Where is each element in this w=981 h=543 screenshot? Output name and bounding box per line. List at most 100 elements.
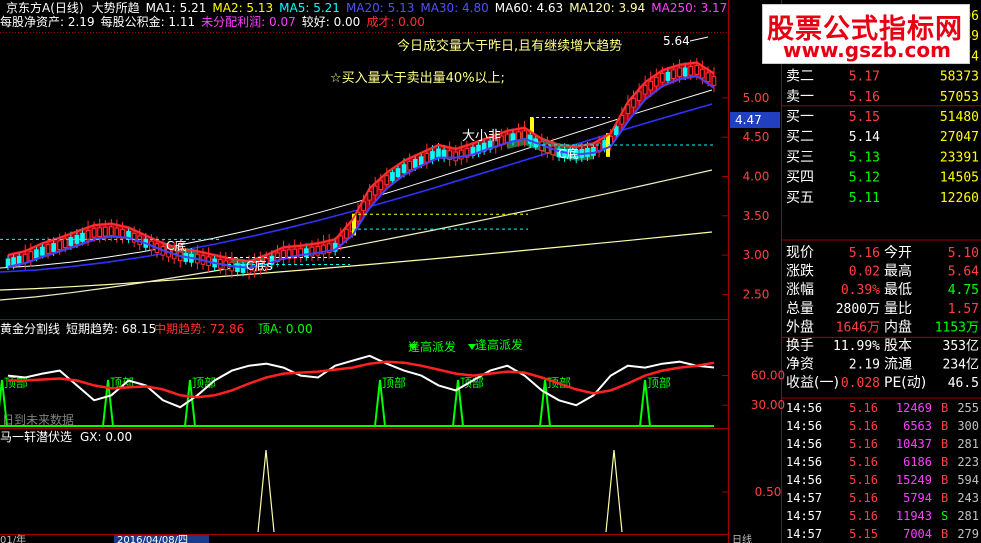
order-book-price: 5.16	[849, 90, 880, 105]
watermark-url: www.gszb.com	[783, 38, 951, 62]
order-book-volume: 23391	[940, 150, 979, 165]
short-trend-label: 短期趋势: 68.15	[66, 322, 156, 336]
tick-count: 255	[957, 401, 979, 415]
order-book-label: 买二	[786, 129, 814, 145]
mid-tick-label: 60.00	[751, 369, 785, 383]
candle-body	[45, 244, 51, 254]
stat-value: 1.57	[948, 302, 979, 317]
tick-volume: 11943	[896, 509, 932, 523]
stat-value: 5.16	[849, 246, 880, 261]
candle-body	[660, 73, 665, 83]
tick-price: 5.15	[849, 527, 878, 541]
candle-body	[395, 168, 401, 177]
stat-value: 0.39%	[841, 283, 880, 298]
candle-body	[700, 68, 705, 79]
tick-volume: 5794	[903, 491, 932, 505]
tick-count: 223	[957, 455, 979, 469]
order-book-label: 买一	[786, 109, 814, 125]
candle-body	[671, 69, 676, 79]
candle-body	[114, 227, 120, 238]
stat-label: 股本	[884, 338, 912, 354]
candle-body	[367, 190, 372, 201]
stat-value: 1646万	[836, 320, 880, 335]
header-item: MA5: 5.21	[279, 1, 340, 15]
candle-body	[424, 152, 430, 163]
candle-body	[694, 65, 700, 75]
tick-count: 281	[957, 509, 979, 523]
candle-body	[57, 240, 62, 251]
order-book-volume: 14505	[940, 171, 979, 186]
mid-trend-label: 中期趋势: 72.86	[154, 321, 244, 336]
tick-count: 279	[957, 527, 979, 541]
candle-body	[705, 72, 711, 83]
stock-chart-screen: 京东方A(日线) 大势所趋 MA1: 5.21 MA2: 5.13 MA5: 5.21 M…	[0, 0, 981, 543]
stat-label: 现价	[786, 245, 814, 261]
top-a-label: 顶A: 0.00	[258, 322, 313, 336]
tick-side: B	[941, 527, 948, 541]
candle-body	[28, 251, 34, 261]
stat-value: 2.19	[849, 358, 880, 373]
order-book-label: 卖一	[786, 89, 814, 105]
price-tick-label: 3.50	[743, 209, 770, 223]
stat-label: 收益(一)	[786, 375, 839, 391]
candle-body	[390, 172, 395, 181]
top-signal-label: 顶部	[382, 375, 406, 390]
stat-value: 353亿	[943, 339, 979, 354]
tick-time: 14:57	[786, 527, 822, 541]
price-tick-label: 4.50	[743, 130, 770, 144]
tick-time: 14:57	[786, 509, 822, 523]
high-price-label: 5.64	[663, 34, 690, 48]
candle-body	[372, 185, 378, 196]
header-item: 大势所趋	[92, 1, 140, 15]
top-signal-label: 顶部	[647, 375, 671, 390]
candle-body	[631, 97, 636, 108]
stat-value: 11.99%	[833, 339, 880, 354]
header-item: 成才: 0.00	[366, 15, 425, 29]
candle-body	[97, 227, 102, 238]
candle-body	[591, 146, 596, 156]
candle-body	[109, 226, 114, 236]
header-item: MA1: 5.21	[146, 1, 207, 15]
tick-price: 5.16	[849, 473, 878, 487]
stat-label: 量比	[884, 301, 912, 317]
header-item: 未分配利润: 0.07	[201, 15, 296, 29]
order-book-volume: 27047	[940, 130, 979, 145]
candle-body	[418, 156, 424, 166]
bottom-tick-label: 0.50	[755, 485, 782, 499]
tick-volume: 7004	[903, 527, 932, 541]
c-di-label-left: C底	[166, 238, 186, 253]
tick-side: B	[941, 473, 948, 487]
header-item: MA120: 3.94	[569, 1, 645, 15]
candle-body	[602, 140, 607, 149]
order-book-price: 5.13	[849, 150, 880, 165]
stat-label: 涨跌	[786, 264, 814, 280]
candle-body	[51, 243, 56, 252]
order-book-volume: 57053	[940, 90, 979, 105]
stat-label: 净资	[786, 357, 814, 373]
tick-count: 300	[957, 419, 979, 433]
peak-note-1: 逢高派发	[408, 339, 456, 354]
buy-note: ☆买入量大于卖出量40%以上;	[330, 71, 505, 86]
candle-body	[688, 65, 694, 76]
tick-volume: 6563	[903, 419, 932, 433]
header-item: MA20: 5.13	[346, 1, 414, 15]
tick-side: B	[941, 437, 948, 451]
tick-side: S	[941, 509, 948, 523]
last-price-tag-text: 4.47	[735, 113, 762, 127]
candle-body	[407, 160, 412, 171]
header-item: 每股净资产: 2.19	[0, 14, 95, 29]
candle-body	[34, 249, 39, 259]
stat-value: 2800万	[836, 302, 880, 317]
volume-note: 今日成交量大于昨日,且有继续增大趋势	[397, 38, 622, 54]
stat-value: 4.75	[948, 283, 979, 298]
tick-price: 5.16	[849, 509, 878, 523]
tick-price: 5.16	[849, 455, 878, 469]
candle-body	[613, 126, 619, 136]
tick-volume: 6186	[903, 455, 932, 469]
tick-price: 5.16	[849, 437, 878, 451]
tick-time: 14:56	[786, 419, 822, 433]
candle-body	[68, 237, 74, 246]
candle-body	[40, 246, 45, 256]
axis-right-label: 日线	[732, 533, 752, 543]
stat-label: PE(动)	[884, 375, 926, 391]
